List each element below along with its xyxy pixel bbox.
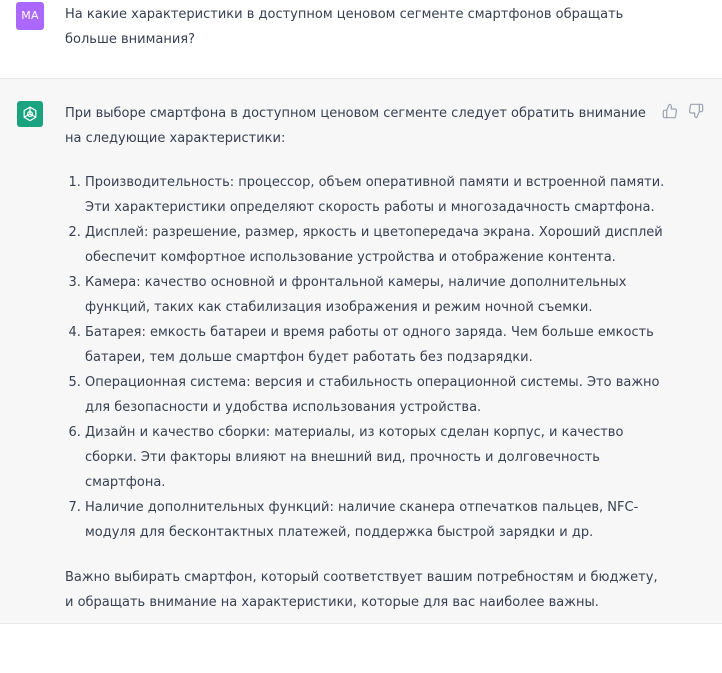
list-item: Операционная система: версия и стабильно… xyxy=(85,370,665,420)
assistant-answer: При выборе смартфона в доступном ценовом… xyxy=(65,101,665,615)
list-item: Батарея: емкость батареи и время работы … xyxy=(85,320,665,370)
user-message-text: На какие характеристики в доступном цено… xyxy=(65,7,624,47)
list-item: Производительность: процессор, объем опе… xyxy=(85,170,665,220)
thumbs-down-icon[interactable] xyxy=(688,103,704,119)
assistant-message-block: При выборе смартфона в доступном ценовом… xyxy=(0,79,722,624)
chat-page: MA На какие характеристики в доступном ц… xyxy=(0,0,722,673)
list-item: Дизайн и качество сборки: материалы, из … xyxy=(85,420,665,495)
list-item: Наличие дополнительных функций: наличие … xyxy=(85,495,665,545)
user-message-block: MA На какие характеристики в доступном ц… xyxy=(0,0,722,79)
thumbs-up-icon[interactable] xyxy=(662,103,678,119)
answer-conclusion: Важно выбирать смартфон, который соответ… xyxy=(65,570,658,610)
list-item: Дисплей: разрешение, размер, яркость и ц… xyxy=(85,220,665,270)
characteristics-list: Производительность: процессор, объем опе… xyxy=(65,170,665,545)
openai-logo-icon xyxy=(17,101,43,127)
list-item: Камера: качество основной и фронтальной … xyxy=(85,270,665,320)
user-avatar: MA xyxy=(16,2,44,30)
feedback-buttons xyxy=(662,103,704,119)
answer-intro: При выборе смартфона в доступном ценовом… xyxy=(65,106,646,146)
